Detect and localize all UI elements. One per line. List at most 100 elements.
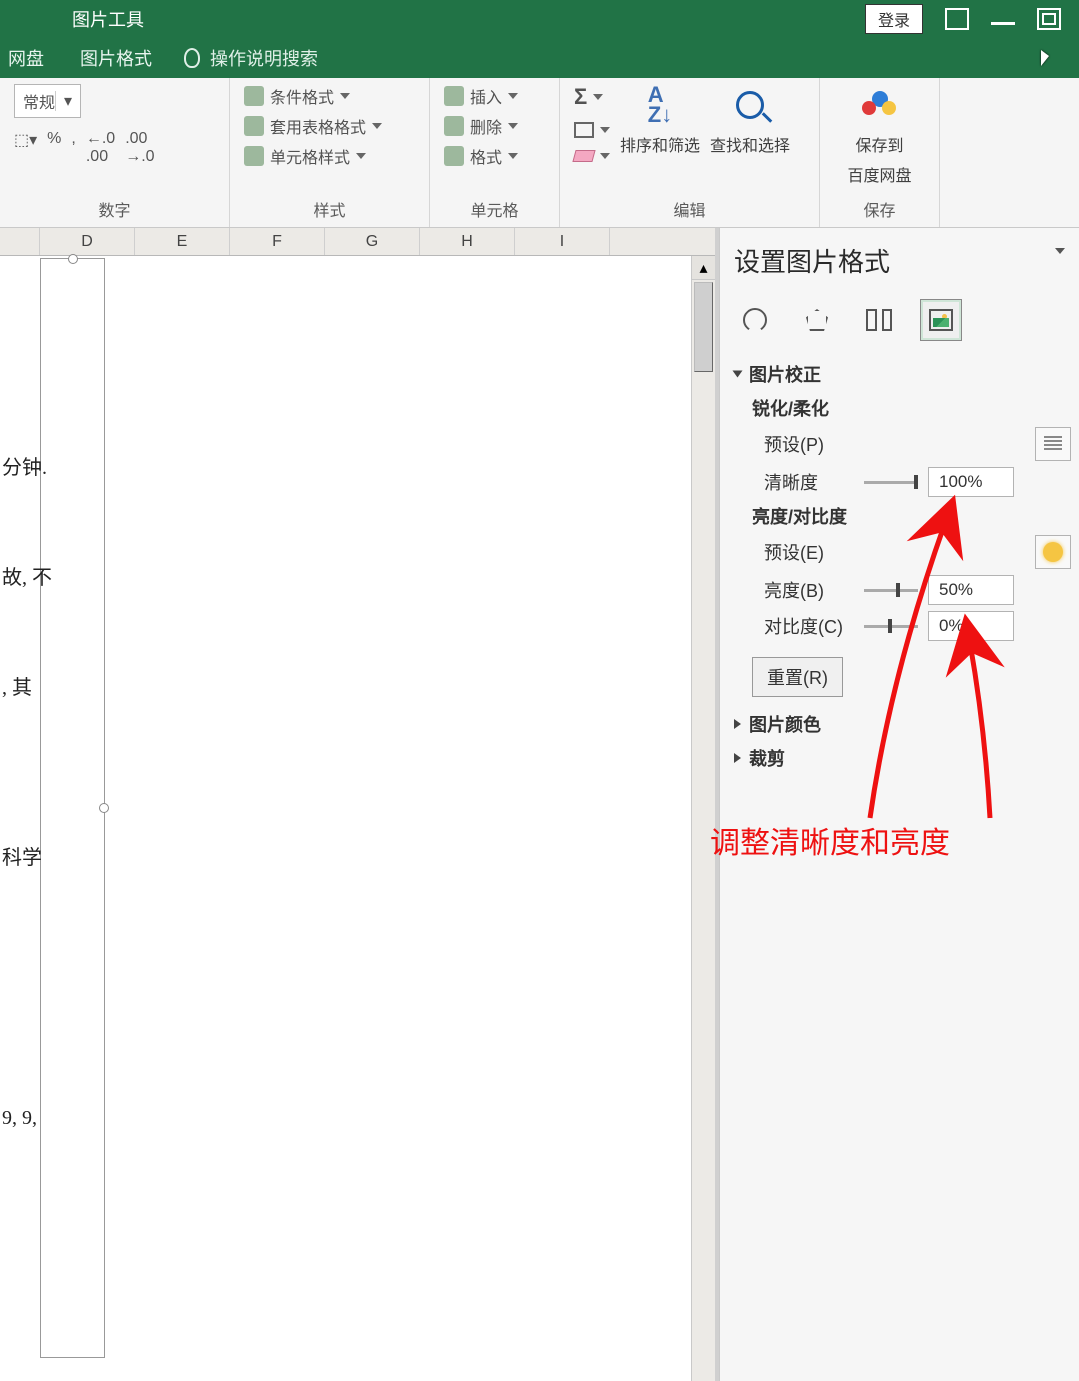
doc-text-fragment: 科学 bbox=[2, 848, 42, 868]
minimize-icon[interactable] bbox=[991, 13, 1015, 25]
pane-tab-fill[interactable] bbox=[734, 299, 776, 341]
format-cells-button[interactable]: 格式 bbox=[444, 144, 545, 168]
autosum-button[interactable]: Σ bbox=[574, 84, 610, 110]
doc-text-fragment: 9, 9, bbox=[2, 1108, 37, 1128]
chevron-down-icon: ▾ bbox=[55, 91, 72, 111]
label-contrast: 对比度(C) bbox=[764, 613, 854, 639]
group-label-styles: 样式 bbox=[244, 193, 415, 225]
sort-filter-button[interactable]: AZ↓ 排序和筛选 bbox=[620, 84, 700, 156]
pane-tab-effects[interactable] bbox=[796, 299, 838, 341]
caret-icon bbox=[734, 753, 741, 763]
col-header-g[interactable]: G bbox=[325, 228, 420, 255]
slider-contrast[interactable] bbox=[864, 617, 918, 635]
col-header-i[interactable]: I bbox=[515, 228, 610, 255]
ribbon-tabs: 网盘 图片格式 操作说明搜索 bbox=[0, 38, 1079, 78]
delete-cells-button[interactable]: 删除 bbox=[444, 114, 545, 138]
pane-tab-picture[interactable] bbox=[920, 299, 962, 341]
label-sharpness: 清晰度 bbox=[764, 469, 854, 495]
worksheet[interactable]: D E F G H I 分钟. 故, 不 , 其 科学 9, 9, ▴ bbox=[0, 228, 719, 1381]
sun-icon bbox=[1043, 542, 1063, 562]
label-brightness: 亮度(B) bbox=[764, 577, 854, 603]
increase-decimal-button[interactable]: ←.0.00 bbox=[86, 130, 115, 166]
pane-tabs bbox=[734, 299, 1071, 341]
input-contrast[interactable]: 0% bbox=[928, 611, 1014, 641]
pane-options-icon[interactable] bbox=[1055, 248, 1065, 254]
section-crop[interactable]: 裁剪 bbox=[734, 745, 1071, 771]
label-preset-e: 预设(E) bbox=[764, 539, 854, 565]
tell-me-label: 操作说明搜索 bbox=[210, 45, 318, 71]
tab-picture-format[interactable]: 图片格式 bbox=[76, 39, 156, 77]
conditional-formatting-button[interactable]: 条件格式 bbox=[244, 84, 415, 108]
fill-button[interactable] bbox=[574, 122, 610, 138]
label-preset-p: 预设(P) bbox=[764, 431, 854, 457]
content-area: D E F G H I 分钟. 故, 不 , 其 科学 9, 9, ▴ 设置图片… bbox=[0, 228, 1079, 1381]
preset-grid-icon bbox=[1044, 436, 1062, 452]
title-bar: 图片工具 登录 bbox=[0, 0, 1079, 38]
group-cells: 插入 删除 格式 单元格 bbox=[430, 78, 560, 227]
group-label-save: 保存 bbox=[834, 193, 925, 225]
format-as-table-button[interactable]: 套用表格格式 bbox=[244, 114, 415, 138]
pane-tab-size[interactable] bbox=[858, 299, 900, 341]
group-label-editing: 编辑 bbox=[574, 193, 805, 225]
resize-handle-icon[interactable] bbox=[99, 803, 109, 813]
scroll-up-icon[interactable]: ▴ bbox=[692, 256, 715, 280]
preset-sharpen-button[interactable] bbox=[1035, 427, 1071, 461]
input-sharpness[interactable]: 100% bbox=[928, 467, 1014, 497]
section-picture-corrections[interactable]: 图片校正 bbox=[734, 361, 1071, 387]
insert-cells-button[interactable]: 插入 bbox=[444, 84, 545, 108]
cell-styles-button[interactable]: 单元格样式 bbox=[244, 144, 415, 168]
magnifier-icon bbox=[736, 91, 764, 119]
group-number: 常规 ▾ ⬚▾ % , ←.0.00 .00→.0 数字 bbox=[0, 78, 230, 227]
find-select-button[interactable]: 查找和选择 bbox=[710, 84, 790, 156]
section-picture-color[interactable]: 图片颜色 bbox=[734, 711, 1071, 737]
col-header-e[interactable]: E bbox=[135, 228, 230, 255]
doc-text-fragment: 分钟. bbox=[2, 458, 47, 478]
login-button[interactable]: 登录 bbox=[865, 4, 923, 34]
group-label-cells: 单元格 bbox=[444, 193, 545, 225]
size-properties-icon bbox=[866, 309, 892, 331]
pane-title: 设置图片格式 bbox=[734, 242, 1071, 279]
tab-cloud[interactable]: 网盘 bbox=[4, 39, 48, 77]
tell-me-search[interactable]: 操作说明搜索 bbox=[184, 45, 318, 71]
number-format-combo[interactable]: 常规 ▾ bbox=[14, 84, 81, 118]
scrollbar-thumb[interactable] bbox=[694, 282, 713, 372]
embedded-picture[interactable] bbox=[40, 258, 105, 1358]
column-headers[interactable]: D E F G H I bbox=[0, 228, 715, 256]
input-brightness[interactable]: 50% bbox=[928, 575, 1014, 605]
group-styles: 条件格式 套用表格格式 单元格样式 样式 bbox=[230, 78, 430, 227]
caret-icon bbox=[734, 719, 741, 729]
contextual-tool-label: 图片工具 bbox=[72, 6, 144, 32]
subhead-brightness-contrast: 亮度/对比度 bbox=[752, 503, 1071, 529]
doc-text-fragment: 故, 不 bbox=[2, 568, 52, 588]
ribbon: 常规 ▾ ⬚▾ % , ←.0.00 .00→.0 数字 条件格式 套用表格格式… bbox=[0, 78, 1079, 228]
annotation-text: 调整清晰度和亮度 bbox=[710, 818, 950, 862]
caret-icon bbox=[733, 371, 743, 378]
col-header-f[interactable]: F bbox=[230, 228, 325, 255]
slider-brightness[interactable] bbox=[864, 581, 918, 599]
subhead-sharpen-soften: 锐化/柔化 bbox=[752, 395, 1071, 421]
format-picture-pane: 设置图片格式 图片校正 锐化/柔化 预设(P) 清晰度 100% 亮度/对比度 bbox=[719, 228, 1079, 1381]
col-header-blank[interactable] bbox=[0, 228, 40, 255]
lightbulb-icon bbox=[184, 48, 200, 68]
group-save: 保存到 百度网盘 保存 bbox=[820, 78, 940, 227]
clear-button[interactable] bbox=[574, 150, 610, 162]
save-to-cloud-button[interactable]: 保存到 百度网盘 bbox=[834, 84, 925, 186]
ribbon-display-icon[interactable] bbox=[945, 8, 969, 30]
preset-brightness-button[interactable] bbox=[1035, 535, 1071, 569]
comma-style-button[interactable]: , bbox=[71, 130, 75, 166]
slider-sharpness[interactable] bbox=[864, 473, 918, 491]
baidu-cloud-icon bbox=[862, 91, 898, 119]
effects-icon bbox=[806, 309, 828, 331]
resize-handle-icon[interactable] bbox=[68, 254, 78, 264]
col-header-d[interactable]: D bbox=[40, 228, 135, 255]
group-editing: Σ AZ↓ 排序和筛选 查找和选择 编辑 bbox=[560, 78, 820, 227]
maximize-icon[interactable] bbox=[1037, 8, 1061, 30]
cursor-icon bbox=[1037, 48, 1061, 72]
decrease-decimal-button[interactable]: .00→.0 bbox=[125, 130, 154, 166]
accounting-format-button[interactable]: ⬚▾ bbox=[14, 130, 37, 166]
col-header-h[interactable]: H bbox=[420, 228, 515, 255]
fill-line-icon bbox=[738, 303, 772, 337]
reset-button[interactable]: 重置(R) bbox=[752, 657, 843, 697]
percent-button[interactable]: % bbox=[47, 130, 61, 166]
group-label-number: 数字 bbox=[14, 193, 215, 225]
